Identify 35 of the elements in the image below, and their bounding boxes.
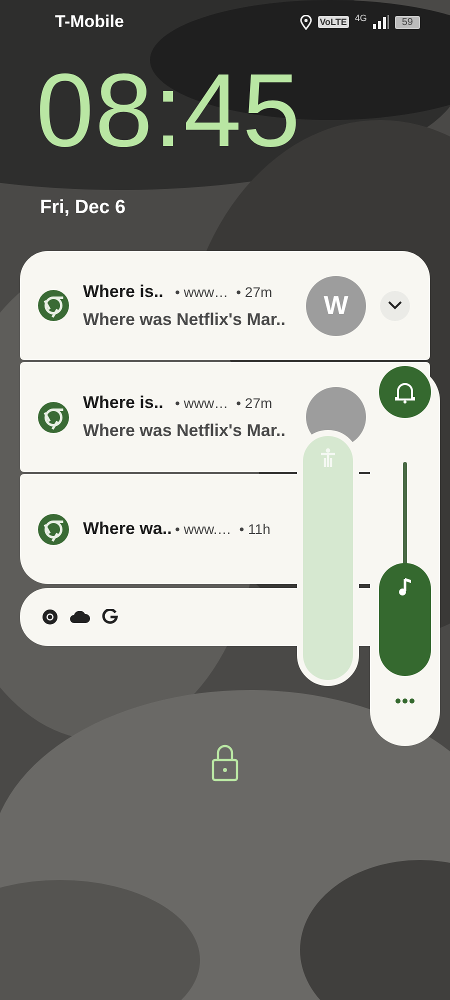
notification-time: • 11h — [239, 521, 270, 537]
carrier-name: T-Mobile — [55, 12, 124, 32]
clock-time: 08:45 — [36, 59, 302, 163]
chrome-icon — [42, 609, 58, 625]
notification-title: Where is.. — [83, 282, 164, 302]
signal-icon — [372, 15, 389, 29]
chrome-icon — [38, 514, 69, 544]
google-icon — [102, 609, 118, 625]
music-note-icon — [398, 576, 412, 597]
notification-source: • www.… — [175, 521, 232, 537]
notification-source: • www… — [175, 395, 228, 411]
chrome-icon — [38, 290, 69, 321]
notification-time: • 27m — [236, 395, 272, 411]
notification-card[interactable]: Where is.. • www… • 27m Where was Netflix's Mar.. W — [20, 251, 430, 360]
expand-button[interactable] — [380, 290, 410, 320]
more-button[interactable] — [395, 698, 415, 704]
lock-icon[interactable] — [210, 742, 240, 782]
accessibility-icon — [320, 448, 336, 468]
notification-time: • 27m — [236, 284, 272, 300]
avatar: W — [306, 276, 366, 336]
chrome-icon — [38, 402, 69, 432]
notification-title: Where is.. — [83, 393, 164, 413]
volte-indicator: VoLTE — [318, 16, 349, 28]
ringer-button[interactable] — [379, 366, 431, 418]
date-text: Fri, Dec 6 — [40, 197, 127, 219]
notification-source: • www… — [175, 284, 228, 300]
notification-text: Where was Netflix's Mar.. — [83, 421, 286, 441]
more-icon — [395, 698, 415, 704]
bell-icon — [394, 380, 416, 404]
notification-text: Where was Netflix's Mar.. — [83, 310, 286, 330]
chevron-down-icon — [388, 301, 402, 310]
media-volume-slider[interactable] — [379, 462, 431, 676]
network-type: 4G — [354, 12, 367, 22]
cloud-icon — [70, 611, 90, 623]
location-icon — [300, 14, 312, 30]
